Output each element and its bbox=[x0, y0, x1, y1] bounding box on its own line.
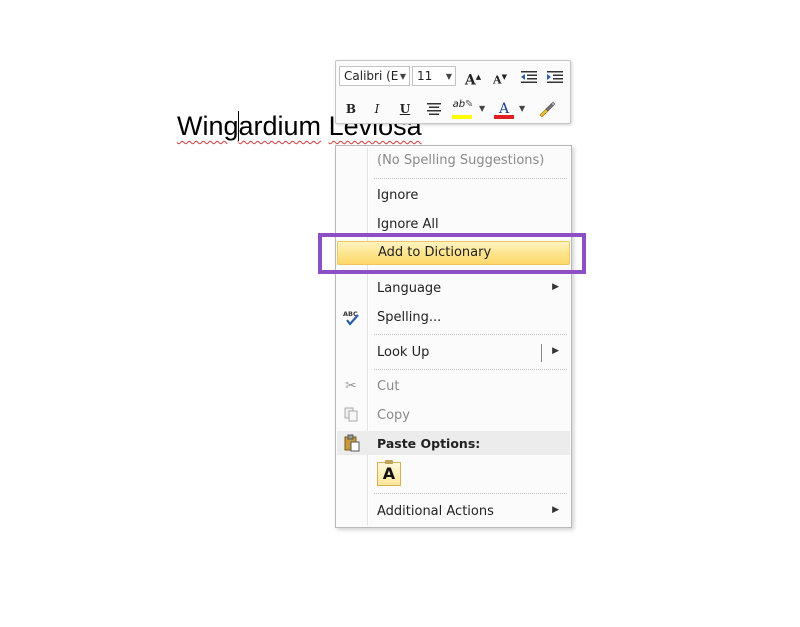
chevron-down-icon: ▼ bbox=[445, 72, 452, 81]
mini-toolbar: Calibri (E ▼ 11 ▼ A▲ A▼ B I U ab✎ ▼ A ▼ bbox=[335, 60, 571, 124]
menu-item-spelling[interactable]: ABC Spelling... bbox=[336, 306, 571, 330]
center-align-button[interactable] bbox=[424, 98, 444, 120]
scissors-icon: ✂ bbox=[345, 378, 357, 394]
center-align-icon bbox=[427, 103, 441, 115]
underline-button[interactable]: U bbox=[396, 98, 414, 120]
menu-item-copy: Copy bbox=[336, 404, 571, 428]
bold-button[interactable]: B bbox=[342, 98, 360, 120]
misspelled-word-wingardium[interactable]: Wingardium bbox=[177, 111, 321, 141]
language-label: Language bbox=[377, 281, 442, 296]
menu-separator bbox=[374, 334, 567, 335]
font-size-combo[interactable]: 11 ▼ bbox=[412, 66, 456, 86]
chevron-down-icon: ▼ bbox=[399, 72, 406, 81]
grow-font-button[interactable]: A▲ bbox=[462, 66, 484, 89]
paste-options-header: Paste Options: bbox=[337, 431, 570, 455]
increase-indent-icon bbox=[547, 71, 563, 83]
paste-options-label: Paste Options: bbox=[377, 436, 481, 451]
split-button-divider bbox=[541, 344, 542, 362]
menu-separator bbox=[374, 493, 567, 494]
word-part-1: Wing bbox=[177, 111, 239, 141]
decrease-indent-icon bbox=[521, 71, 537, 83]
grow-font-label: A bbox=[464, 72, 476, 89]
font-size-value: 11 bbox=[417, 69, 433, 83]
copy-label: Copy bbox=[377, 408, 410, 423]
spell-check-icon: ABC bbox=[342, 309, 362, 327]
menu-item-language[interactable]: Language ▶ bbox=[336, 277, 571, 301]
word-part-2: ardium bbox=[238, 111, 322, 141]
font-color-dropdown-icon[interactable]: ▼ bbox=[519, 98, 525, 120]
paste-keep-text-only-button[interactable]: A bbox=[377, 460, 401, 486]
spelling-context-menu: (No Spelling Suggestions) Ignore Ignore … bbox=[335, 145, 572, 528]
caret-up-icon: ▲ bbox=[475, 72, 482, 81]
mini-toolbar-row-2: B I U ab✎ ▼ A ▼ bbox=[336, 94, 570, 124]
italic-button[interactable]: I bbox=[368, 98, 386, 120]
font-name-combo[interactable]: Calibri (E ▼ bbox=[339, 66, 410, 86]
pen-icon: ✎ bbox=[465, 99, 474, 110]
spelling-label: Spelling... bbox=[377, 310, 442, 325]
submenu-arrow-icon: ▶ bbox=[552, 282, 559, 292]
ignore-label: Ignore bbox=[377, 188, 419, 203]
format-painter-icon bbox=[539, 101, 556, 118]
decrease-indent-button[interactable] bbox=[518, 66, 540, 88]
menu-separator bbox=[374, 178, 567, 179]
shrink-font-label: A bbox=[493, 73, 502, 87]
shrink-font-button[interactable]: A▼ bbox=[490, 66, 510, 88]
cut-label: Cut bbox=[377, 379, 400, 394]
submenu-arrow-icon: ▶ bbox=[552, 505, 559, 515]
increase-indent-button[interactable] bbox=[544, 66, 566, 88]
menu-item-cut: ✂ Cut bbox=[336, 375, 571, 399]
menu-item-additional-actions[interactable]: Additional Actions ▶ bbox=[336, 500, 571, 524]
additional-actions-label: Additional Actions bbox=[377, 504, 494, 519]
menu-item-no-suggestions: (No Spelling Suggestions) bbox=[336, 149, 571, 173]
annotation-highlight-box bbox=[318, 233, 586, 274]
submenu-arrow-icon[interactable]: ▶ bbox=[552, 346, 559, 356]
copy-icon bbox=[342, 407, 362, 425]
menu-item-ignore[interactable]: Ignore bbox=[336, 184, 571, 208]
highlight-label: ab bbox=[452, 99, 466, 110]
look-up-label: Look Up bbox=[377, 345, 430, 360]
font-name-value: Calibri (E bbox=[344, 69, 399, 83]
caret-down-icon: ▼ bbox=[501, 72, 507, 81]
menu-separator bbox=[374, 369, 567, 370]
no-suggestions-label: (No Spelling Suggestions) bbox=[377, 153, 545, 168]
highlight-dropdown-icon[interactable]: ▼ bbox=[479, 98, 485, 120]
highlight-color-swatch bbox=[452, 115, 472, 119]
format-painter-button[interactable] bbox=[536, 98, 558, 120]
font-color-swatch bbox=[494, 115, 514, 119]
menu-item-look-up[interactable]: Look Up ▶ bbox=[336, 341, 571, 365]
clipboard-icon bbox=[343, 434, 361, 456]
mini-toolbar-row-1: Calibri (E ▼ 11 ▼ A▲ A▼ bbox=[336, 62, 570, 92]
ignore-all-label: Ignore All bbox=[377, 217, 439, 232]
